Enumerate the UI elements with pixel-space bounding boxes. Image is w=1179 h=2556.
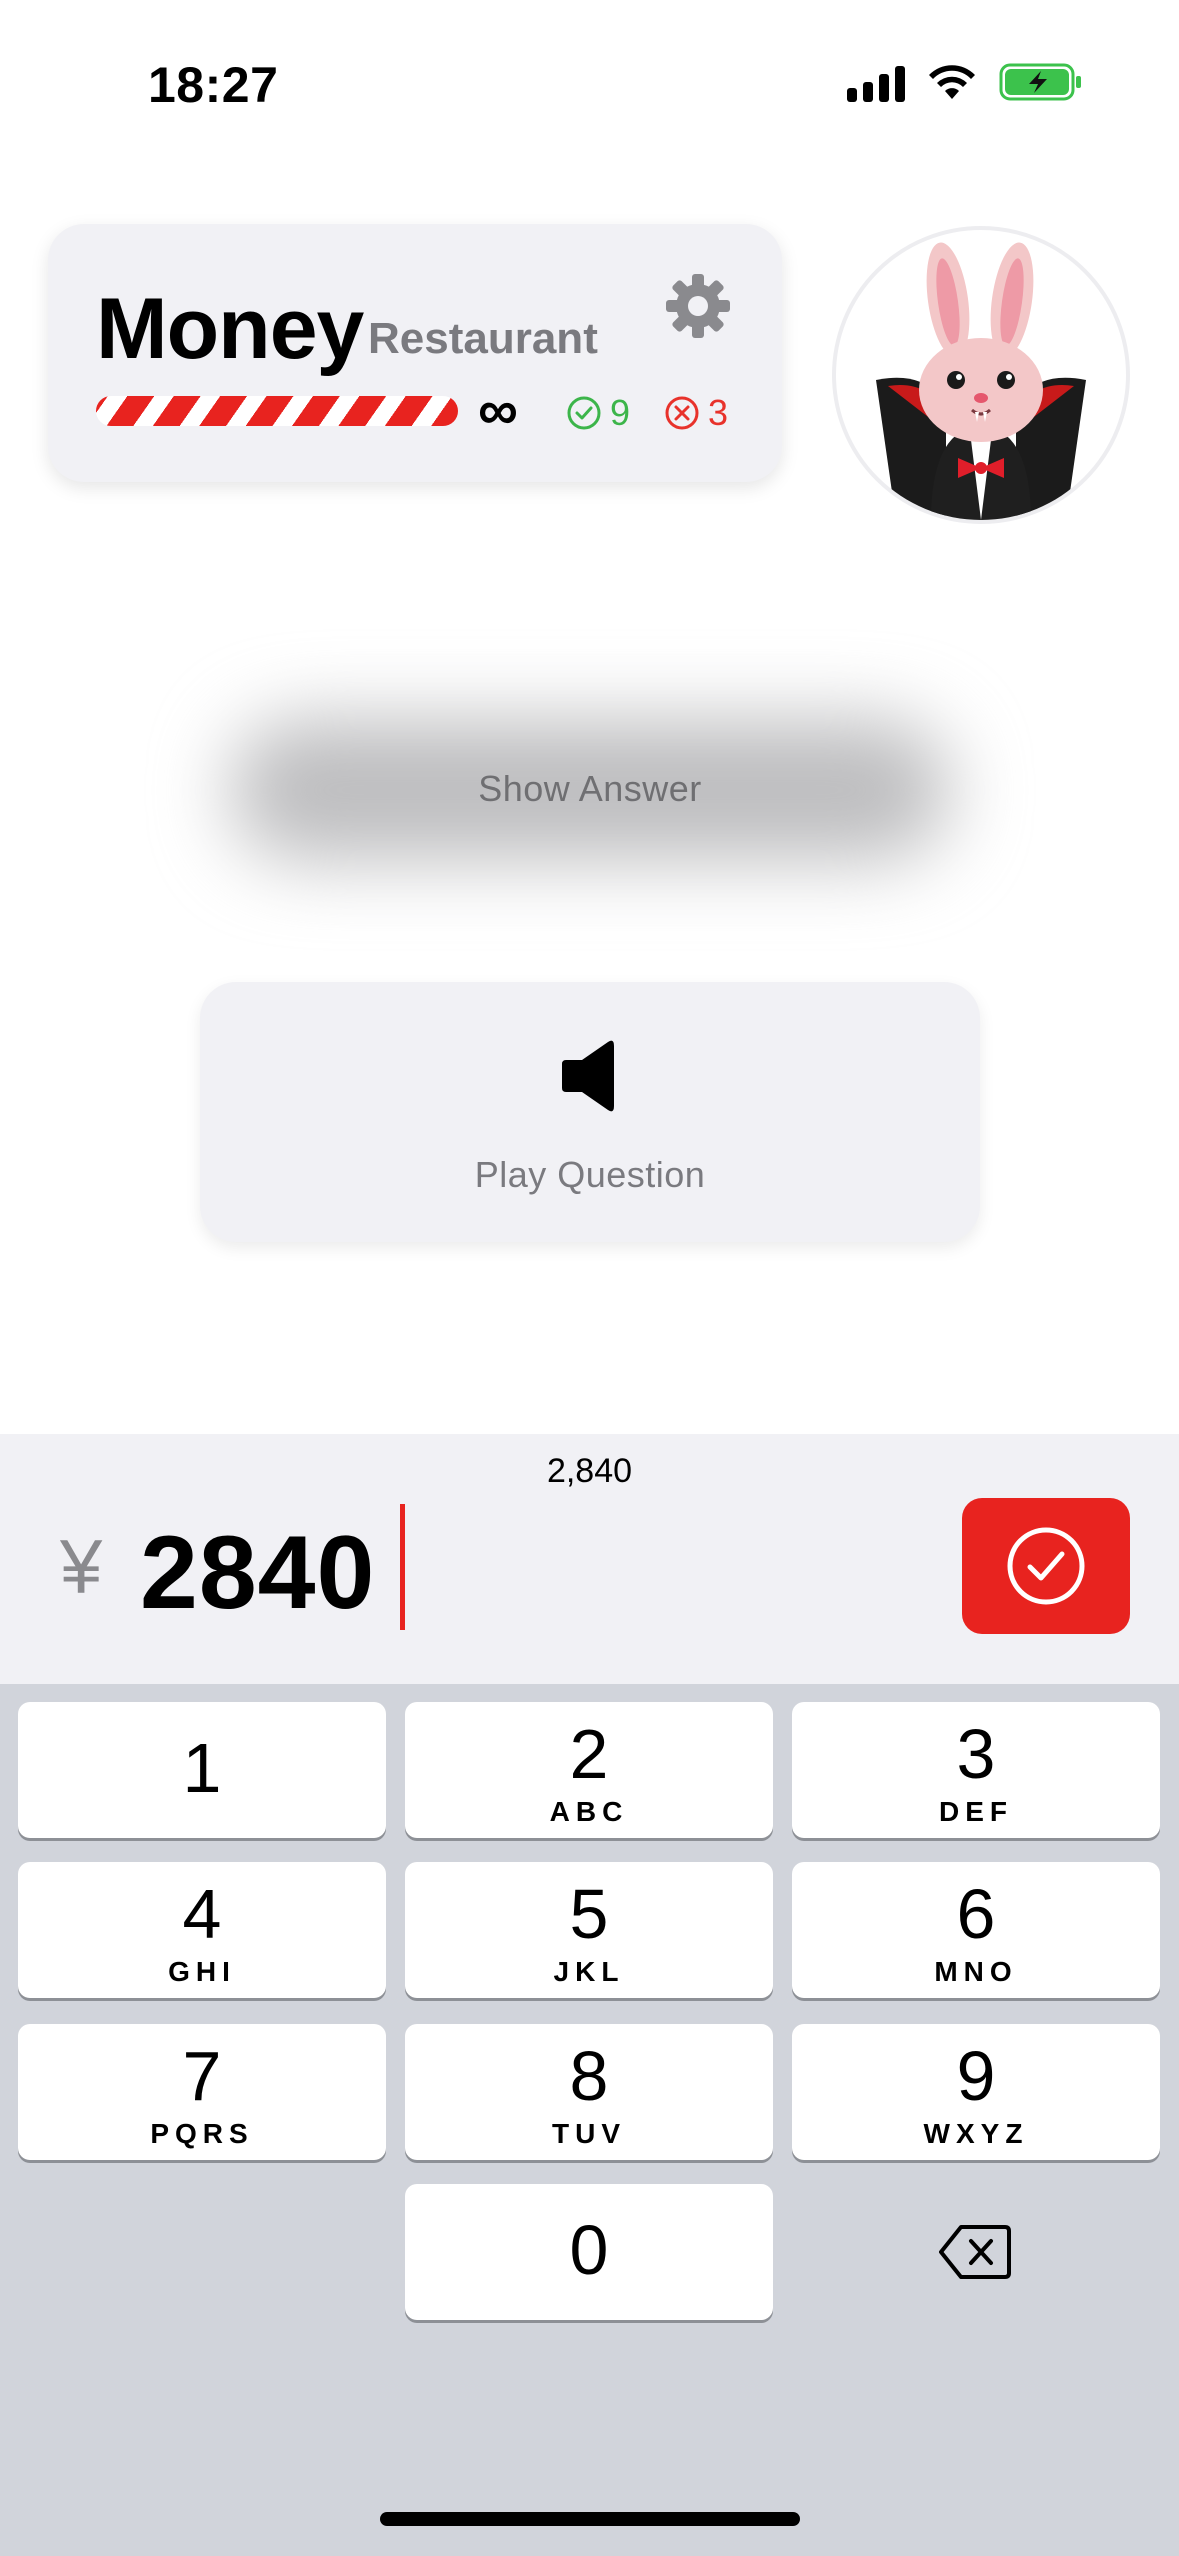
status-icons: [847, 62, 1083, 102]
key-digit: 2: [569, 1715, 609, 1793]
key-letters: PQRS: [150, 2118, 254, 2149]
answer-input-bar: 2,840 ¥ 2840: [0, 1434, 1179, 1684]
formatted-amount: 2,840: [546, 1452, 633, 1490]
wifi-icon: [927, 63, 977, 101]
wrong-counter: 3: [664, 392, 728, 434]
backspace-key[interactable]: [790, 2184, 1160, 2320]
lives-infinity: ∞: [478, 378, 518, 441]
battery-charging-icon: [999, 62, 1083, 102]
key-letters: GHI: [168, 1956, 236, 1987]
correct-counter: 9: [566, 392, 630, 434]
key-digit: 5: [569, 1875, 609, 1953]
cellular-signal-icon: [847, 62, 905, 102]
key-digit: 6: [956, 1875, 996, 1953]
lesson-header-card: Money Restaurant ∞ 9 3: [48, 224, 782, 482]
correct-count: 9: [610, 392, 631, 433]
key-digit: 7: [182, 2037, 222, 2115]
key-digit: 9: [956, 2037, 996, 2115]
key-digit: 1: [182, 1729, 222, 1807]
lesson-progress-bar: [96, 396, 458, 426]
key-letters: MNO: [934, 1956, 1018, 1987]
key-3[interactable]: 3 DEF: [792, 1702, 1160, 1838]
wrong-count: 3: [708, 392, 729, 433]
key-digit: 0: [569, 2211, 609, 2289]
lesson-subtitle: Restaurant: [368, 314, 598, 363]
key-digit: 4: [182, 1875, 222, 1953]
key-1[interactable]: 1: [18, 1702, 386, 1838]
status-time: 18:27: [148, 57, 279, 113]
show-answer-button[interactable]: Show Answer: [190, 680, 990, 900]
show-answer-label: Show Answer: [478, 768, 702, 809]
key-digit: 3: [956, 1715, 996, 1793]
lesson-title: Money: [96, 281, 364, 377]
app-screen: 18:27 Money Restaurant ∞ 9 3 Show Answer…: [0, 0, 1179, 2556]
gear-icon[interactable]: [664, 272, 732, 340]
check-circle-icon: [567, 396, 601, 430]
key-letters: TUV: [552, 2118, 626, 2149]
play-question-label: Play Question: [474, 1154, 706, 1195]
key-9[interactable]: 9 WXYZ: [792, 2024, 1160, 2160]
play-question-button[interactable]: Play Question: [200, 982, 980, 1242]
submit-answer-button[interactable]: [962, 1498, 1130, 1634]
key-letters: JKL: [553, 1956, 625, 1987]
speaker-icon: [558, 1038, 624, 1114]
key-letters: ABC: [549, 1796, 629, 1827]
key-letters: DEF: [939, 1796, 1013, 1827]
key-8[interactable]: 8 TUV: [405, 2024, 773, 2160]
key-5[interactable]: 5 JKL: [405, 1862, 773, 1998]
bunny-vampire-icon: [876, 242, 1086, 520]
text-caret: [400, 1504, 405, 1630]
checkmark-circle-icon: [1007, 1527, 1085, 1605]
x-circle-icon: [665, 396, 699, 430]
key-4[interactable]: 4 GHI: [18, 1862, 386, 1998]
amount-input[interactable]: 2840: [140, 1514, 375, 1633]
currency-symbol: ¥: [60, 1525, 103, 1610]
bunny-avatar[interactable]: [832, 226, 1130, 524]
key-2[interactable]: 2 ABC: [405, 1702, 773, 1838]
key-letters: WXYZ: [923, 2118, 1029, 2149]
key-digit: 8: [569, 2037, 609, 2115]
backspace-icon: [939, 2225, 1011, 2279]
key-0[interactable]: 0: [405, 2184, 773, 2320]
home-indicator[interactable]: [380, 2512, 800, 2526]
key-7[interactable]: 7 PQRS: [18, 2024, 386, 2160]
key-6[interactable]: 6 MNO: [792, 1862, 1160, 1998]
